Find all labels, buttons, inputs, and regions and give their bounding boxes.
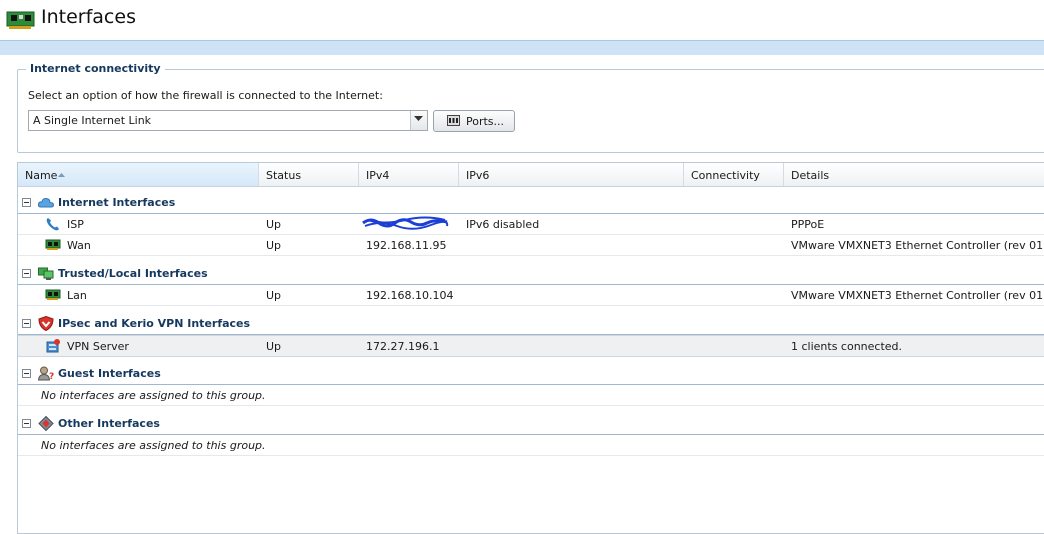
grid-header: Name Status IPv4 IPv6 Connectivity Detai…	[18, 163, 1044, 187]
network-card-icon	[45, 239, 61, 250]
vpn-server-icon	[46, 339, 60, 353]
column-header-ipv6[interactable]: IPv6	[459, 163, 684, 186]
ports-button[interactable]: Ports...	[433, 110, 515, 132]
phone-icon	[46, 218, 59, 231]
chevron-down-icon[interactable]	[410, 111, 427, 130]
cloud-icon	[38, 197, 54, 208]
collapse-icon[interactable]	[22, 419, 31, 428]
collapse-icon[interactable]	[22, 198, 31, 207]
interface-status: Up	[266, 340, 282, 353]
interface-name: Lan	[67, 289, 87, 302]
interface-ipv4: 192.168.11.95	[366, 239, 447, 252]
interface-details: PPPoE	[791, 218, 825, 231]
ports-icon	[447, 115, 460, 126]
shield-icon	[38, 316, 54, 331]
network-card-icon	[6, 11, 35, 29]
column-header-status[interactable]: Status	[259, 163, 359, 186]
table-row[interactable]: Wan Up 192.168.11.95 VMware VMXNET3 Ethe…	[18, 235, 1044, 256]
connectivity-legend: Internet connectivity	[26, 62, 165, 75]
table-row[interactable]: Lan Up 192.168.10.104 VMware VMXNET3 Eth…	[18, 285, 1044, 306]
monitors-icon	[38, 267, 54, 280]
interface-ipv4: 192.168.10.104	[366, 289, 454, 302]
table-row[interactable]: VPN Server Up 172.27.196.1 1 clients con…	[18, 335, 1044, 357]
column-header-ipv4[interactable]: IPv4	[359, 163, 459, 186]
sort-ascending-icon	[58, 173, 65, 177]
page-title: Interfaces	[41, 6, 136, 28]
svg-text:?: ?	[49, 372, 54, 381]
connectivity-select-value: A Single Internet Link	[33, 114, 152, 127]
empty-group-text: No interfaces are assigned to this group…	[41, 439, 266, 452]
interface-status: Up	[266, 239, 282, 252]
group-guest-interfaces[interactable]: ? Guest Interfaces	[18, 363, 1044, 385]
column-header-connectivity[interactable]: Connectivity	[684, 163, 784, 186]
interface-name: VPN Server	[67, 340, 129, 353]
interface-status: Up	[266, 289, 282, 302]
interface-ipv4: 172.27.196.1	[366, 340, 440, 353]
group-trusted-local-interfaces[interactable]: Trusted/Local Interfaces	[18, 263, 1044, 285]
interface-ipv6: IPv6 disabled	[466, 218, 540, 231]
collapse-icon[interactable]	[22, 369, 31, 378]
empty-group-text: No interfaces are assigned to this group…	[41, 389, 266, 402]
interfaces-grid: Name Status IPv4 IPv6 Connectivity Detai…	[17, 162, 1044, 534]
ports-button-label: Ports...	[466, 115, 505, 128]
connectivity-instruction: Select an option of how the firewall is …	[28, 89, 383, 102]
guest-user-icon: ?	[38, 366, 54, 381]
redacted-scribble	[362, 216, 449, 230]
table-row[interactable]: ISP Up IPv6 disabled PPPoE	[18, 214, 1044, 235]
diamond-icon	[38, 416, 54, 431]
interface-details: 1 clients connected.	[791, 340, 903, 353]
empty-group-row: No interfaces are assigned to this group…	[18, 385, 1044, 406]
group-other-interfaces[interactable]: Other Interfaces	[18, 413, 1044, 435]
header-band	[0, 40, 1044, 55]
collapse-icon[interactable]	[22, 269, 31, 278]
connectivity-select[interactable]: A Single Internet Link	[28, 110, 428, 131]
group-label: IPsec and Kerio VPN Interfaces	[58, 317, 251, 330]
group-internet-interfaces[interactable]: Internet Interfaces	[18, 192, 1044, 214]
group-label: Internet Interfaces	[58, 196, 176, 209]
network-card-icon	[45, 289, 61, 300]
group-vpn-interfaces[interactable]: IPsec and Kerio VPN Interfaces	[18, 313, 1044, 335]
interface-details: VMware VMXNET3 Ethernet Controller (rev …	[791, 289, 1044, 302]
column-header-details[interactable]: Details	[784, 163, 1044, 186]
group-label: Guest Interfaces	[58, 367, 161, 380]
interface-name: ISP	[67, 218, 84, 231]
interface-name: Wan	[67, 239, 91, 252]
interface-details: VMware VMXNET3 Ethernet Controller (rev …	[791, 239, 1044, 252]
group-label: Trusted/Local Interfaces	[58, 267, 208, 280]
title-bar: Interfaces	[0, 0, 1044, 40]
interface-status: Up	[266, 218, 282, 231]
collapse-icon[interactable]	[22, 319, 31, 328]
group-label: Other Interfaces	[58, 417, 160, 430]
empty-group-row: No interfaces are assigned to this group…	[18, 435, 1044, 456]
column-header-name[interactable]: Name	[18, 163, 259, 186]
content-area: Internet connectivity Select an option o…	[0, 55, 1044, 534]
